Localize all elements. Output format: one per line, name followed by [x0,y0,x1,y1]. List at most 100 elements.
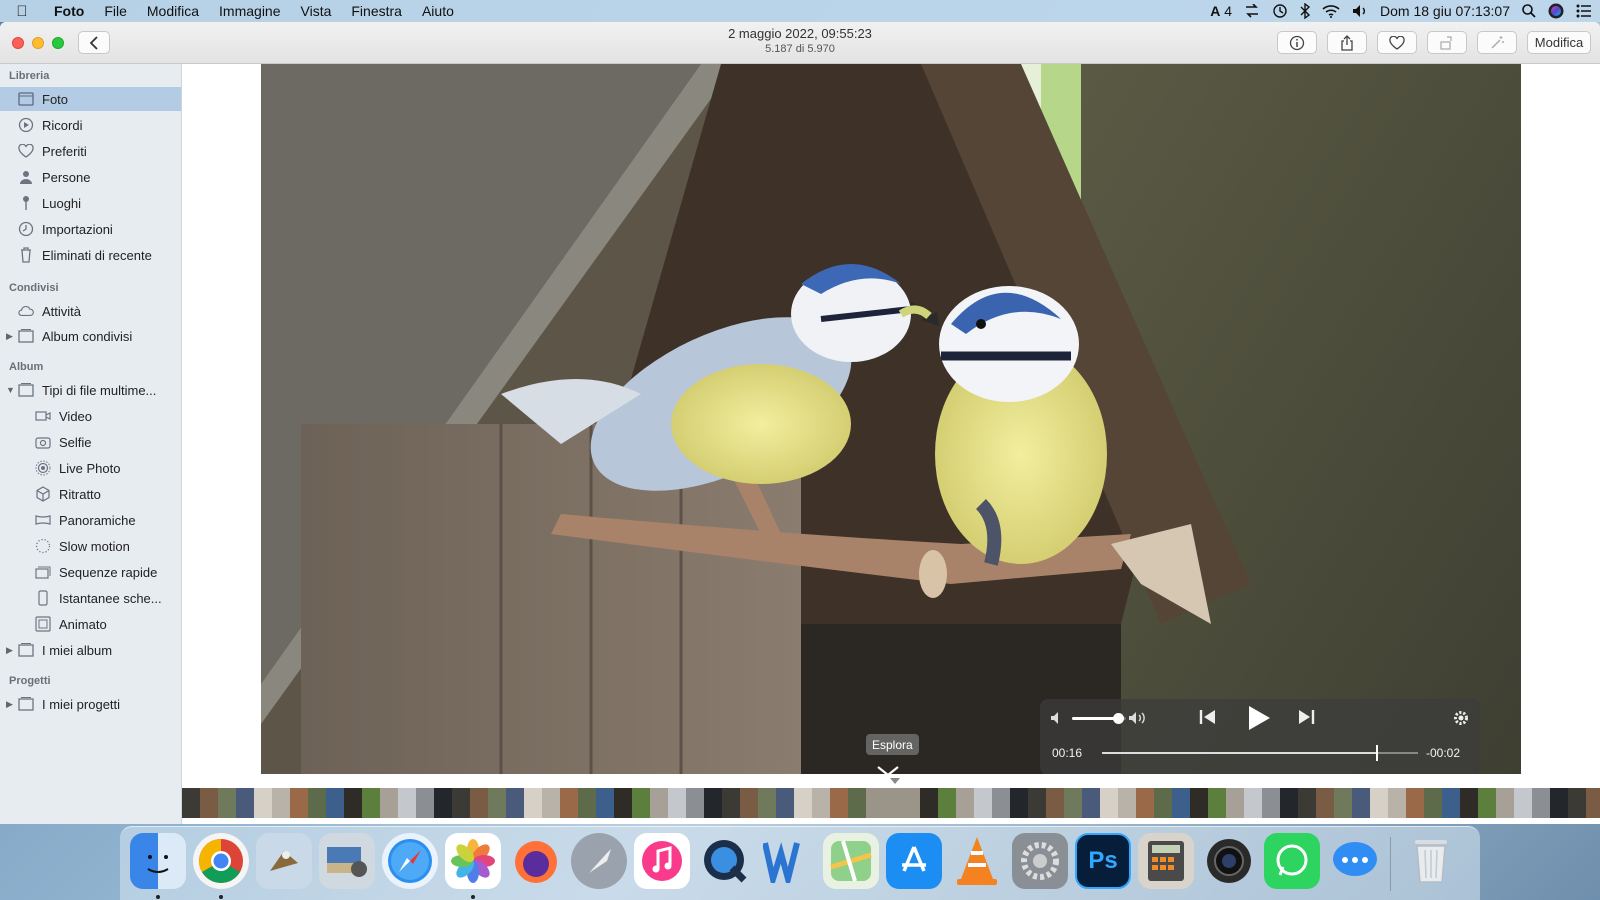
filmstrip-thumbnail[interactable] [1226,788,1244,818]
maps-icon[interactable] [823,833,879,889]
filmstrip-thumbnail[interactable] [182,788,200,818]
filmstrip-thumbnail[interactable] [1316,788,1334,818]
sidebar-item-places[interactable]: Luoghi [0,191,181,215]
sidebar-item-my-albums[interactable]: ▶ I miei album [0,638,181,662]
app-store-icon[interactable] [886,833,942,889]
volume-mute-icon[interactable] [1050,711,1064,730]
sidebar-item-bursts[interactable]: Sequenze rapide [0,560,181,584]
sidebar-item-selfie[interactable]: Selfie [0,430,181,454]
filmstrip-thumbnail[interactable] [704,788,722,818]
time-machine-icon[interactable] [1272,0,1288,22]
filmstrip-thumbnail[interactable] [452,788,470,818]
volume-max-icon[interactable] [1128,711,1150,730]
filmstrip-thumbnail[interactable] [740,788,758,818]
transfer-icon[interactable] [1244,0,1260,22]
sidebar-item-video[interactable]: Video [0,404,181,428]
sidebar-item-animated[interactable]: Animato [0,612,181,636]
filmstrip-thumbnail[interactable] [434,788,452,818]
filmstrip-thumbnail[interactable] [1028,788,1046,818]
filmstrip-thumbnail[interactable] [1154,788,1172,818]
whatsapp-icon[interactable] [1264,833,1320,889]
filmstrip-thumbnail[interactable] [1190,788,1208,818]
filmstrip-thumbnail[interactable] [416,788,434,818]
filmstrip-thumbnail[interactable] [1460,788,1478,818]
filmstrip-thumbnail[interactable] [722,788,740,818]
filmstrip-thumbnail[interactable] [488,788,506,818]
filmstrip-thumbnail[interactable] [326,788,344,818]
filmstrip-thumbnail[interactable] [362,788,380,818]
sidebar-item-recently-deleted[interactable]: Eliminati di recente [0,243,181,267]
vlc-icon[interactable] [949,833,1005,889]
volume-icon[interactable] [1352,0,1368,22]
filmstrip-thumbnail[interactable] [560,788,578,818]
filmstrip-thumbnail[interactable] [632,788,650,818]
filmstrip-thumbnail[interactable] [200,788,218,818]
sidebar-item-portrait[interactable]: Ritratto [0,482,181,506]
calculator-icon[interactable] [1138,833,1194,889]
filmstrip-thumbnail[interactable] [254,788,272,818]
menu-edit[interactable]: Modifica [137,3,209,19]
filmstrip-thumbnail[interactable] [578,788,596,818]
filmstrip-thumbnail[interactable] [1388,788,1406,818]
info-button[interactable] [1277,31,1317,54]
filmstrip-thumbnail[interactable] [1478,788,1496,818]
sidebar-item-activity[interactable]: Attività [0,299,181,323]
filmstrip-thumbnail[interactable] [776,788,794,818]
filmstrip[interactable] [182,774,1600,824]
filmstrip-thumbnail[interactable] [686,788,704,818]
menubar-clock[interactable]: Dom 18 giu 07:13:07 [1380,3,1510,19]
trash-icon[interactable] [1403,833,1459,889]
filmstrip-thumbnail[interactable] [1262,788,1280,818]
filmstrip-thumbnail[interactable] [506,788,524,818]
menu-view[interactable]: Vista [291,3,342,19]
filmstrip-thumbnail[interactable] [812,788,830,818]
filmstrip-thumbnail[interactable] [380,788,398,818]
filmstrip-thumbnail[interactable] [308,788,326,818]
filmstrip-thumbnail[interactable] [1532,788,1550,818]
menu-file[interactable]: File [94,3,137,19]
sidebar-item-live-photo[interactable]: Live Photo [0,456,181,480]
close-button[interactable] [12,37,24,49]
spotlight-search-icon[interactable] [1522,0,1536,22]
filmstrip-thumbnail[interactable] [1496,788,1514,818]
disclosure-right-icon[interactable]: ▶ [6,645,13,656]
step-back-icon[interactable] [1198,708,1218,731]
menu-help[interactable]: Aiuto [412,3,464,19]
filmstrip-thumbnail[interactable] [830,788,848,818]
safari-icon[interactable] [382,833,438,889]
apple-menu-icon[interactable]:  [0,3,44,20]
filmstrip-thumbnail[interactable] [1082,788,1100,818]
sidebar-item-panoramas[interactable]: Panoramiche [0,508,181,532]
filmstrip-thumbnail[interactable] [1010,788,1028,818]
video-scrubber[interactable] [1102,745,1418,761]
sidebar-item-memories[interactable]: Ricordi [0,113,181,137]
filmstrip-thumbnail[interactable] [1514,788,1532,818]
filmstrip-thumbnail[interactable] [992,788,1010,818]
filmstrip-thumbnail[interactable] [794,788,812,818]
filmstrip-thumbnail[interactable] [1568,788,1586,818]
sidebar-item-imports[interactable]: Importazioni [0,217,181,241]
photos-icon[interactable] [445,833,501,889]
preview-bird-icon[interactable] [256,833,312,889]
volume-knob[interactable] [1112,713,1124,724]
sidebar-item-favorites[interactable]: Preferiti [0,139,181,163]
favorite-button[interactable] [1377,31,1417,54]
filmstrip-thumbnail[interactable] [1424,788,1442,818]
filmstrip-thumbnail[interactable] [1136,788,1154,818]
filmstrip-thumbnail[interactable] [542,788,560,818]
system-preferences-icon[interactable] [1012,833,1068,889]
input-source-icon[interactable]: A 4 [1210,0,1232,22]
sidebar-item-people[interactable]: Persone [0,165,181,189]
filmstrip-thumbnail[interactable] [956,788,974,818]
gear-icon[interactable] [1452,709,1470,732]
edit-button[interactable]: Modifica [1527,31,1591,54]
filmstrip-thumbnail[interactable] [974,788,992,818]
sidebar-item-slow-motion[interactable]: Slow motion [0,534,181,558]
filmstrip-thumbnail[interactable] [1172,788,1190,818]
sidebar-item-my-projects[interactable]: ▶ I miei progetti [0,692,181,716]
menu-app-name[interactable]: Foto [44,3,94,19]
filmstrip-thumbnail[interactable] [1046,788,1064,818]
firefox-icon[interactable] [508,833,564,889]
volume-slider[interactable] [1072,713,1126,724]
filmstrip-thumbnail[interactable] [938,788,956,818]
